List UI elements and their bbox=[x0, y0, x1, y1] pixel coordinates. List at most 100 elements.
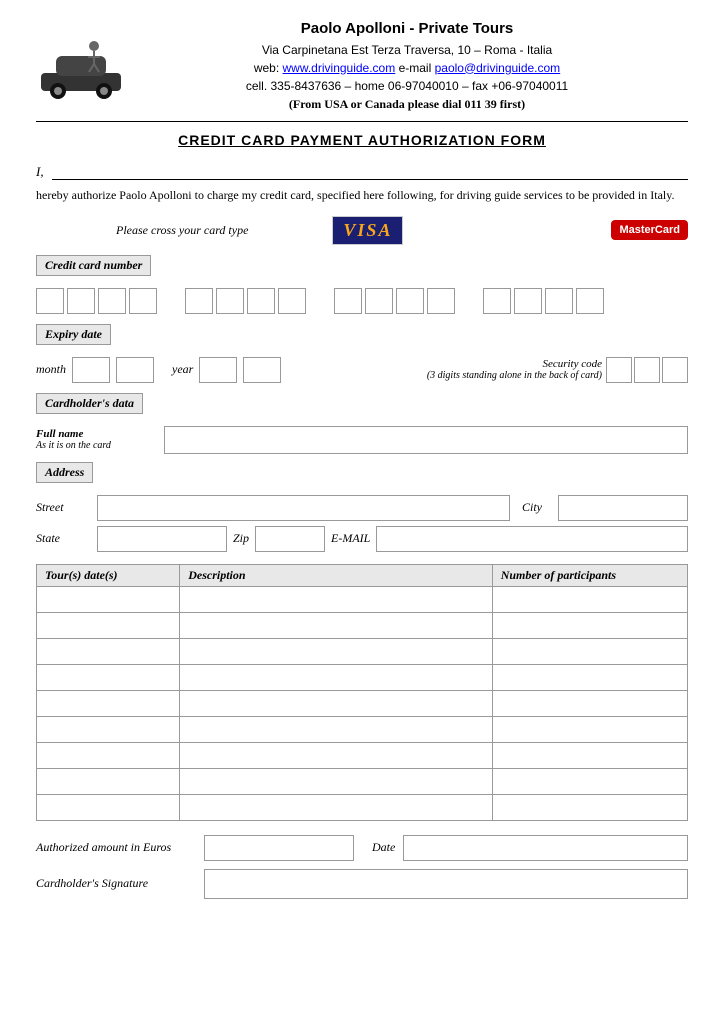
tour-desc-6[interactable] bbox=[184, 743, 487, 768]
cc-digit-8[interactable] bbox=[278, 288, 306, 314]
header-divider bbox=[36, 121, 688, 122]
cc-digit-9[interactable] bbox=[334, 288, 362, 314]
cc-digit-1[interactable] bbox=[36, 288, 64, 314]
tour-date-2[interactable] bbox=[41, 639, 175, 664]
email-link[interactable]: paolo@drivinguide.com bbox=[435, 61, 561, 75]
tour-desc-2[interactable] bbox=[184, 639, 487, 664]
cc-group-4 bbox=[483, 288, 604, 314]
web-link[interactable]: www.drivinguide.com bbox=[283, 61, 396, 75]
cc-digit-11[interactable] bbox=[396, 288, 424, 314]
fullname-input[interactable] bbox=[164, 426, 688, 454]
cc-digit-15[interactable] bbox=[545, 288, 573, 314]
cc-group-1 bbox=[36, 288, 157, 314]
authorized-amount-label: Authorized amount in Euros bbox=[36, 840, 196, 855]
year-label: year bbox=[172, 362, 193, 377]
tour-num-8[interactable] bbox=[497, 795, 683, 820]
date-label: Date bbox=[372, 840, 395, 855]
street-input[interactable] bbox=[97, 495, 510, 521]
cc-digit-5[interactable] bbox=[185, 288, 213, 314]
table-row bbox=[37, 612, 688, 638]
tour-date-7[interactable] bbox=[41, 769, 175, 794]
security-code-label: Security code bbox=[427, 358, 602, 370]
security-right: Security code (3 digits standing alone i… bbox=[427, 357, 688, 383]
company-address: Via Carpinetana Est Terza Traversa, 10 –… bbox=[126, 41, 688, 59]
cc-digit-3[interactable] bbox=[98, 288, 126, 314]
tour-desc-4[interactable] bbox=[184, 691, 487, 716]
cc-digit-13[interactable] bbox=[483, 288, 511, 314]
cc-number-label: Credit card number bbox=[36, 255, 151, 276]
cc-number-section: Credit card number bbox=[36, 255, 688, 282]
tour-desc-5[interactable] bbox=[184, 717, 487, 742]
tour-num-4[interactable] bbox=[497, 691, 683, 716]
card-type-row: Please cross your card type VISA MasterC… bbox=[36, 216, 688, 245]
cc-digit-16[interactable] bbox=[576, 288, 604, 314]
col-desc-header: Description bbox=[180, 564, 492, 586]
col-num-header: Number of participants bbox=[492, 564, 687, 586]
form-title: CREDIT CARD PAYMENT AUTHORIZATION FORM bbox=[36, 132, 688, 148]
cc-digit-2[interactable] bbox=[67, 288, 95, 314]
email-input[interactable] bbox=[376, 526, 688, 552]
table-row bbox=[37, 690, 688, 716]
authorized-amount-input[interactable] bbox=[204, 835, 354, 861]
cc-digit-12[interactable] bbox=[427, 288, 455, 314]
tour-num-7[interactable] bbox=[497, 769, 683, 794]
state-label: State bbox=[36, 531, 91, 546]
signature-row: Cardholder's Signature bbox=[36, 869, 688, 899]
date-input[interactable] bbox=[403, 835, 688, 861]
fullname-row: Full name As it is on the card bbox=[36, 426, 688, 454]
state-zip-email-row: State Zip E-MAIL bbox=[36, 526, 688, 552]
tour-desc-8[interactable] bbox=[184, 795, 487, 820]
cc-digit-10[interactable] bbox=[365, 288, 393, 314]
signature-label: Cardholder's Signature bbox=[36, 876, 196, 891]
header-text: Paolo Apolloni - Private Tours Via Carpi… bbox=[126, 18, 688, 113]
tour-desc-7[interactable] bbox=[184, 769, 487, 794]
tour-num-2[interactable] bbox=[497, 639, 683, 664]
tour-date-6[interactable] bbox=[41, 743, 175, 768]
tour-desc-3[interactable] bbox=[184, 665, 487, 690]
table-row bbox=[37, 586, 688, 612]
month-field-2[interactable] bbox=[116, 357, 154, 383]
tour-date-3[interactable] bbox=[41, 665, 175, 690]
tour-desc-1[interactable] bbox=[184, 613, 487, 638]
month-field-1[interactable] bbox=[72, 357, 110, 383]
tour-date-1[interactable] bbox=[41, 613, 175, 638]
company-notice: (From USA or Canada please dial 011 39 f… bbox=[126, 95, 688, 113]
visa-badge: VISA bbox=[332, 216, 403, 245]
tour-num-3[interactable] bbox=[497, 665, 683, 690]
name-field[interactable] bbox=[52, 162, 688, 180]
tour-date-4[interactable] bbox=[41, 691, 175, 716]
tour-date-8[interactable] bbox=[41, 795, 175, 820]
tour-date-0[interactable] bbox=[41, 587, 175, 612]
cc-digit-6[interactable] bbox=[216, 288, 244, 314]
month-label: month bbox=[36, 362, 66, 377]
authorized-amount-row: Authorized amount in Euros Date bbox=[36, 835, 688, 861]
sec-digit-1[interactable] bbox=[606, 357, 632, 383]
year-field-2[interactable] bbox=[243, 357, 281, 383]
year-field-1[interactable] bbox=[199, 357, 237, 383]
table-row bbox=[37, 664, 688, 690]
tour-date-5[interactable] bbox=[41, 717, 175, 742]
address-label: Address bbox=[36, 462, 93, 483]
tour-num-0[interactable] bbox=[497, 587, 683, 612]
cc-digit-14[interactable] bbox=[514, 288, 542, 314]
cardholder-label: Cardholder's data bbox=[36, 393, 143, 414]
sec-digit-3[interactable] bbox=[662, 357, 688, 383]
city-input[interactable] bbox=[558, 495, 688, 521]
i-label: I, bbox=[36, 164, 44, 180]
tour-num-1[interactable] bbox=[497, 613, 683, 638]
company-phone: cell. 335-8437636 – home 06-97040010 – f… bbox=[126, 77, 688, 95]
tour-num-6[interactable] bbox=[497, 743, 683, 768]
table-row bbox=[37, 742, 688, 768]
cc-group-3 bbox=[334, 288, 455, 314]
cc-digit-4[interactable] bbox=[129, 288, 157, 314]
tour-desc-0[interactable] bbox=[184, 587, 487, 612]
zip-input[interactable] bbox=[255, 526, 325, 552]
cc-digit-7[interactable] bbox=[247, 288, 275, 314]
state-input[interactable] bbox=[97, 526, 227, 552]
signature-input[interactable] bbox=[204, 869, 688, 899]
tour-num-5[interactable] bbox=[497, 717, 683, 742]
expiry-label: Expiry date bbox=[36, 324, 111, 345]
cc-group-2 bbox=[185, 288, 306, 314]
sec-digit-2[interactable] bbox=[634, 357, 660, 383]
company-logo bbox=[36, 28, 126, 103]
